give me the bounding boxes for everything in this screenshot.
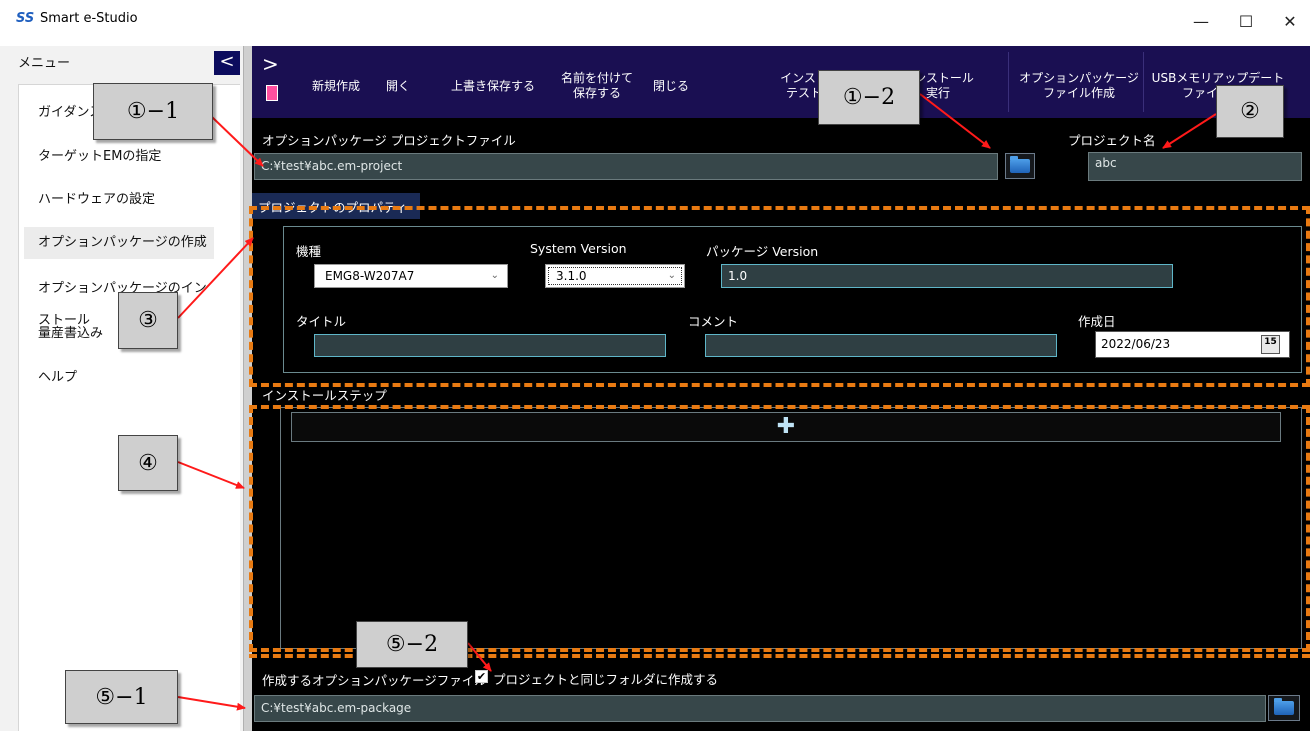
arrow-1-1 bbox=[211, 116, 264, 167]
arrow-3 bbox=[177, 237, 254, 319]
callout-4: ④ bbox=[118, 435, 178, 491]
arrow-5-1 bbox=[177, 696, 246, 711]
arrow-4 bbox=[177, 461, 245, 489]
callout-1-1: ①−1 bbox=[93, 83, 213, 140]
callout-5-2: ⑤−2 bbox=[356, 621, 468, 668]
arrow-1-2 bbox=[919, 93, 991, 149]
callout-2: ② bbox=[1216, 85, 1284, 138]
callout-3: ③ bbox=[118, 292, 178, 349]
arrow-2 bbox=[1162, 113, 1217, 149]
arrow-5-2 bbox=[467, 642, 492, 672]
callout-1-2: ①−2 bbox=[818, 70, 920, 125]
callout-5-1: ⑤−1 bbox=[65, 670, 178, 724]
